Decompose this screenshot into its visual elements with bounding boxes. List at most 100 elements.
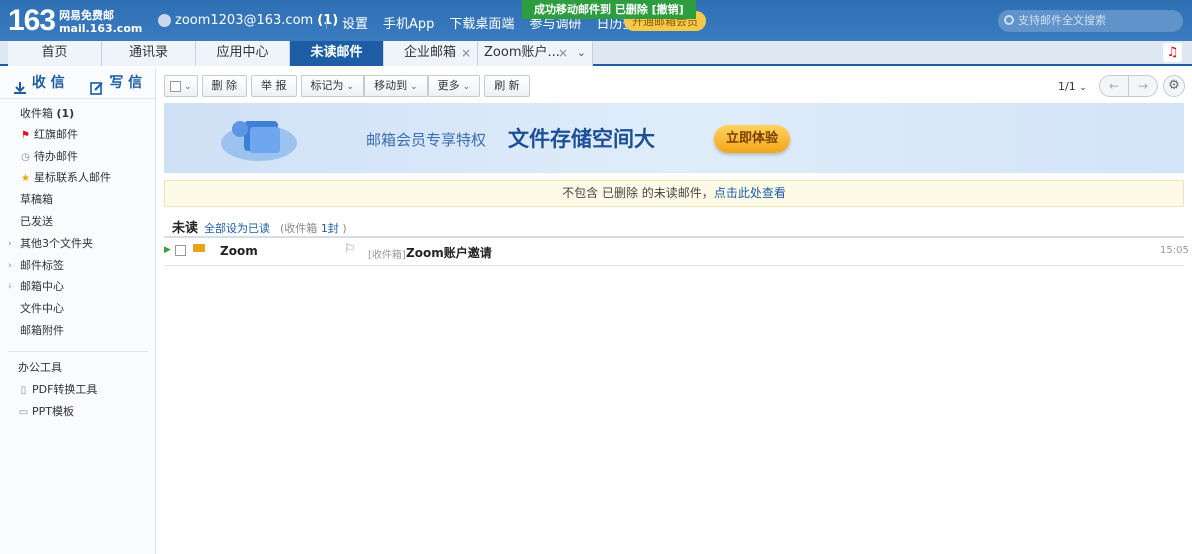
section-count: (收件箱 1封 ) xyxy=(280,220,347,236)
move-to-button[interactable]: 移动到 ⌄ xyxy=(364,75,428,97)
section-header: 未读 全部设为已读 (收件箱 1封 ) xyxy=(172,217,347,236)
row-checkbox[interactable] xyxy=(175,245,186,256)
sidebar-item-tags[interactable]: › 邮件标签 xyxy=(0,256,156,276)
chevron-down-icon: ⌄ xyxy=(346,82,355,92)
cloud-folder-icon xyxy=(214,111,304,167)
close-icon[interactable]: × xyxy=(558,41,568,65)
tool-ppt[interactable]: ▭ PPT模板 xyxy=(0,402,156,422)
page-number: 1/1 xyxy=(1058,80,1076,93)
table-row[interactable]: ▶ Zoom ⚐ [收件箱] Zoom账户邀请 15:05 xyxy=(164,240,1189,264)
notice-text: 不包含 已删除 的未读邮件， xyxy=(562,186,714,200)
chevron-down-icon: ⌄ xyxy=(184,82,192,92)
logo[interactable]: 163 网易免费邮 mail.163.com xyxy=(8,5,142,37)
banner-title: 文件存储空间大 xyxy=(508,127,655,151)
tool-label: PPT模板 xyxy=(32,405,74,418)
envelope-icon xyxy=(193,244,205,252)
edit-icon xyxy=(90,76,104,95)
sidebar-item-starred[interactable]: ★ 星标联系人邮件 xyxy=(0,168,156,188)
tab-zoom[interactable]: Zoom账户... × ⌄ xyxy=(478,41,593,66)
sidebar: 收 信 写 信 收件箱 (1) ⚑ 红旗邮件 ◷ 待办邮件 ★ 星标联系人邮件 草稿箱… xyxy=(0,68,156,554)
tab-unread[interactable]: 未读邮件 xyxy=(290,41,384,66)
tab-bar: 首页 通讯录 应用中心 未读邮件 企业邮箱 × Zoom账户... × ⌄ xyxy=(0,41,1192,66)
gear-icon[interactable]: ⚙ xyxy=(1163,75,1185,97)
move-label: 移动到 xyxy=(374,79,408,92)
chevron-down-icon: ⌄ xyxy=(410,82,418,92)
close-icon[interactable]: × xyxy=(461,41,471,65)
mark-as-button[interactable]: 标记为 ⌄ xyxy=(300,75,365,97)
chevron-right-icon: › xyxy=(8,261,12,271)
toast-message[interactable]: 成功移动邮件到 已删除 [撤销] xyxy=(522,0,696,19)
link-mobile-app[interactable]: 手机App xyxy=(383,13,434,32)
tab-label: 企业邮箱 xyxy=(404,45,457,60)
search-placeholder: 支持邮件全文搜索 xyxy=(1018,14,1106,27)
select-all-checkbox[interactable]: ⌄ xyxy=(164,75,198,97)
sidebar-item-flagged[interactable]: ⚑ 红旗邮件 xyxy=(0,125,156,145)
star-icon: ★ xyxy=(21,173,30,184)
tool-pdf[interactable]: ▯ PDF转换工具 xyxy=(0,380,156,400)
chevron-right-icon: › xyxy=(8,239,12,249)
sidebar-item-inbox[interactable]: 收件箱 (1) xyxy=(0,104,156,124)
account-menu[interactable]: zoom1203@163.com (1) ⌄ xyxy=(158,13,351,28)
more-label: 更多 xyxy=(437,79,460,92)
refresh-button[interactable]: 刷 新 xyxy=(484,75,530,97)
sidebar-item-attachments[interactable]: 邮箱附件 xyxy=(0,321,156,341)
banner-subtitle: 邮箱会员专享特权 xyxy=(366,131,487,149)
sidebar-item-todo[interactable]: ◷ 待办邮件 xyxy=(0,147,156,167)
logo-domain: mail.163.com xyxy=(59,22,143,35)
report-button[interactable]: 举 报 xyxy=(251,75,297,97)
mark-all-read-link[interactable]: 全部设为已读 xyxy=(204,220,270,236)
template-icon: ▭ xyxy=(18,407,29,418)
sidebar-item-file-center[interactable]: 文件中心 xyxy=(0,299,156,319)
checkbox[interactable] xyxy=(170,80,181,92)
avatar-icon xyxy=(158,14,171,27)
tool-label: PDF转换工具 xyxy=(32,383,98,396)
sidebar-item-label: 待办邮件 xyxy=(34,150,78,163)
delete-button[interactable]: 删 除 xyxy=(201,75,248,97)
account-email: zoom1203@163.com xyxy=(175,13,314,28)
mail-folder-tag: [收件箱] xyxy=(368,250,406,261)
chevron-down-icon: ⌄ xyxy=(1079,83,1087,93)
receive-button[interactable]: 收 信 xyxy=(0,68,78,98)
logo-number: 163 xyxy=(8,4,56,37)
more-button[interactable]: 更多 ⌄ xyxy=(427,75,481,97)
pager[interactable]: 1/1 ⌄ xyxy=(1058,80,1087,93)
tab-apps[interactable]: 应用中心 xyxy=(196,41,290,66)
tools-title: 办公工具 xyxy=(18,361,62,374)
tab-home[interactable]: 首页 xyxy=(8,41,102,66)
promo-banner[interactable]: 邮箱会员专享特权 文件存储空间大 立即体验 xyxy=(164,103,1184,173)
search-input[interactable]: 支持邮件全文搜索 xyxy=(998,10,1183,32)
try-now-button[interactable]: 立即体验 xyxy=(714,125,790,153)
sidebar-item-sent[interactable]: 已发送 xyxy=(0,212,156,232)
mail-sender: Zoom xyxy=(220,244,258,258)
prev-page-button[interactable]: ← xyxy=(1099,75,1129,97)
flag-icon[interactable]: ⚐ xyxy=(344,242,356,257)
top-bar: 163 网易免费邮 mail.163.com zoom1203@163.com (… xyxy=(0,0,1192,41)
chevron-down-icon[interactable]: ⌄ xyxy=(577,41,586,65)
link-desktop[interactable]: 下载桌面端 xyxy=(449,13,514,32)
music-icon[interactable]: ♫ xyxy=(1163,43,1182,62)
clock-icon: ◷ xyxy=(21,152,30,163)
next-page-button[interactable]: → xyxy=(1128,75,1158,97)
download-icon xyxy=(13,76,27,94)
receive-label: 收 信 xyxy=(31,75,65,91)
divider xyxy=(164,265,1184,266)
compose-button[interactable]: 写 信 xyxy=(78,68,156,98)
count-value[interactable]: 1封 xyxy=(321,222,339,235)
compose-label: 写 信 xyxy=(109,75,143,91)
sidebar-item-drafts[interactable]: 草稿箱 xyxy=(0,190,156,210)
search-icon xyxy=(1004,15,1014,25)
chevron-right-icon: › xyxy=(8,282,12,292)
sidebar-item-label: 收件箱 xyxy=(20,107,53,120)
flag-icon: ⚑ xyxy=(21,130,30,141)
divider xyxy=(326,16,327,29)
link-settings[interactable]: 设置 xyxy=(342,13,368,32)
toolbar: ⌄ 删 除 举 报 标记为 ⌄ 移动到 ⌄ 更多 ⌄ 刷 新 xyxy=(164,75,534,97)
sidebar-item-label: 星标联系人邮件 xyxy=(34,171,111,184)
sidebar-item-other-folders[interactable]: › 其他3个文件夹 xyxy=(0,234,156,254)
logo-cn: 网易免费邮 xyxy=(59,9,115,22)
sidebar-item-mail-center[interactable]: › 邮箱中心 xyxy=(0,277,156,297)
tab-contacts[interactable]: 通讯录 xyxy=(102,41,196,66)
notice-link[interactable]: 点击此处查看 xyxy=(714,186,786,200)
tab-enterprise[interactable]: 企业邮箱 × xyxy=(384,41,478,66)
count-suffix: ) xyxy=(342,222,347,235)
